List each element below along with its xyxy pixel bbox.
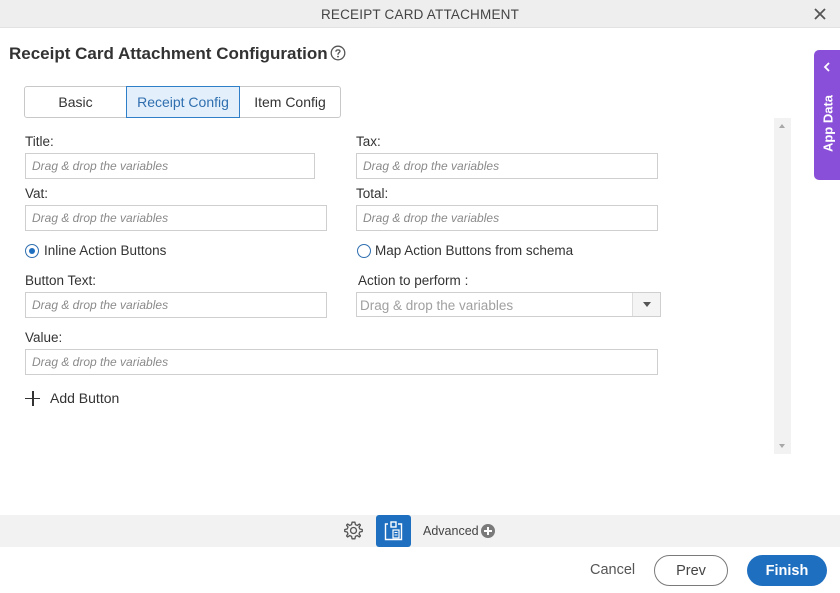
app-settings-button[interactable]	[376, 515, 411, 547]
inline-action-buttons-label: Inline Action Buttons	[44, 243, 167, 258]
tab-receipt-config[interactable]: Receipt Config	[126, 86, 240, 118]
dialog-title: RECEIPT CARD ATTACHMENT	[320, 7, 520, 22]
finish-button[interactable]: Finish	[747, 555, 827, 586]
button-text-label: Button Text:	[25, 273, 97, 288]
page-title: Receipt Card Attachment Configuration	[9, 44, 328, 63]
value-label: Value:	[25, 330, 63, 345]
tax-input[interactable]	[356, 153, 658, 179]
prev-button[interactable]: Prev	[654, 555, 728, 586]
scroll-up-icon[interactable]	[779, 124, 785, 128]
tab-item-config[interactable]: Item Config	[239, 86, 341, 118]
total-input[interactable]	[356, 205, 658, 231]
scroll-down-icon[interactable]	[779, 444, 785, 448]
gear-icon[interactable]	[343, 520, 364, 541]
action-to-perform-select[interactable]: Drag & drop the variables	[356, 292, 661, 317]
tax-label: Tax:	[356, 134, 381, 149]
add-button-label: Add Button	[50, 390, 120, 406]
app-data-panel-toggle[interactable]: App Data	[814, 50, 840, 180]
dropdown-arrow-icon[interactable]	[632, 293, 660, 316]
close-icon[interactable]	[812, 6, 828, 22]
app-settings-icon	[384, 521, 403, 541]
app-data-label: App Data	[820, 94, 836, 153]
action-selected-value: Drag & drop the variables	[360, 298, 514, 313]
inline-action-buttons-radio[interactable]	[25, 244, 39, 258]
advanced-label[interactable]: Advanced	[423, 524, 479, 538]
button-text-input[interactable]	[25, 292, 327, 318]
plus-icon	[25, 390, 40, 406]
map-action-buttons-radio[interactable]	[357, 244, 371, 258]
total-label: Total:	[356, 186, 389, 201]
plus-circle-icon[interactable]	[481, 524, 495, 538]
bottom-toolbar	[0, 515, 840, 547]
value-input[interactable]	[25, 349, 658, 375]
dialog-title-bar: RECEIPT CARD ATTACHMENT	[0, 0, 840, 28]
question-circle-icon[interactable]	[330, 45, 346, 61]
chevron-left-icon	[823, 62, 830, 72]
title-label: Title:	[25, 134, 54, 149]
config-tabs: Basic Receipt Config Item Config	[24, 86, 341, 118]
tab-basic[interactable]: Basic	[24, 86, 127, 118]
title-input[interactable]	[25, 153, 315, 179]
form-scrollbar[interactable]	[774, 118, 791, 454]
vat-label: Vat:	[25, 186, 49, 201]
map-action-buttons-label: Map Action Buttons from schema	[375, 243, 574, 258]
vat-input[interactable]	[25, 205, 327, 231]
add-button[interactable]: Add Button	[25, 388, 119, 408]
action-to-perform-label: Action to perform :	[358, 273, 469, 288]
cancel-button[interactable]: Cancel	[590, 562, 635, 578]
